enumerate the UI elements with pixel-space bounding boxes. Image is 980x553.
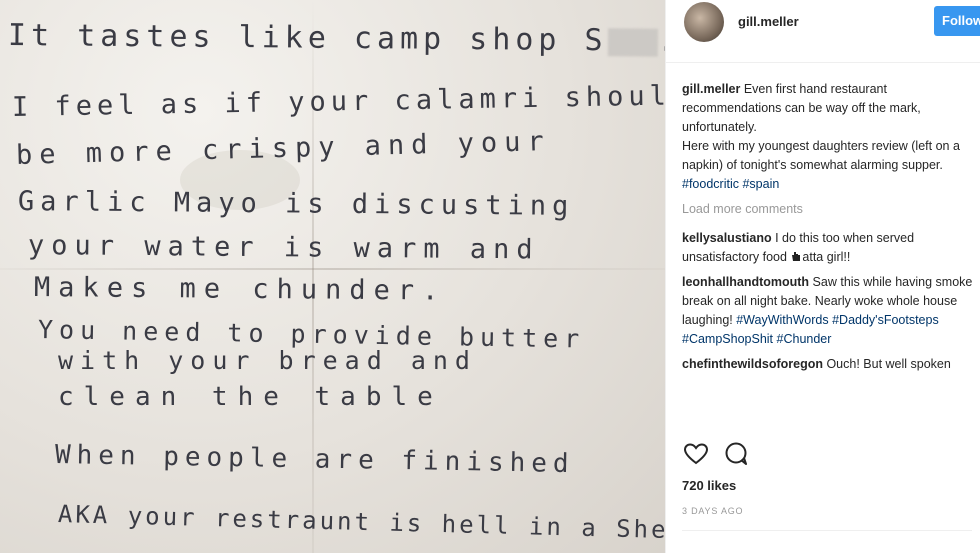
note-line-5: your water is warm and [27,230,540,266]
hashtag-link[interactable]: #CampShopShit [682,332,773,346]
note-line-11: AKA your restraunt is hell in a Shell [57,500,665,545]
comment-text-end: atta girl!! [802,250,851,264]
avatar[interactable] [684,2,724,42]
hashtag-link[interactable]: #Daddy'sFootsteps [832,313,939,327]
note-line-1: It tastes like camp shop S. [7,18,665,59]
post-timestamp: 3 DAYS AGO [682,506,744,516]
note-line-10: When people are finished [54,440,575,480]
comment-username[interactable]: kellysalustiano [682,231,772,245]
note-line-4: Garlic Mayo is discusting [17,186,575,222]
censor-blur [607,27,658,57]
comment-text: Ouch! But well spoken [822,357,951,371]
heart-icon[interactable] [682,440,710,468]
post-header: gill.meller Follow [666,0,980,63]
note-line-6: Makes me chunder. [33,272,447,307]
hashtag-link[interactable]: #Chunder [777,332,832,346]
header-username[interactable]: gill.meller [738,14,799,29]
caption-text-2: Here with my youngest daughters review (… [682,139,960,172]
note-line-9: clean the table [58,382,443,412]
comment-item: chefinthewildsoforegon Ouch! But well sp… [682,355,978,374]
caption-username[interactable]: gill.meller [682,82,740,96]
post-sidebar: gill.meller Follow gill.meller Even firs… [666,0,980,553]
note-line-2: I feel as if your calamri should [11,80,665,123]
hashtag-link[interactable]: #WayWithWords [736,313,828,327]
post-photo: It tastes like camp shop S. I feel as if… [0,0,665,553]
likes-count[interactable]: 720 likes [682,478,736,493]
hashtag-link[interactable]: #spain [742,177,779,191]
comment-username[interactable]: leonhallhandtomouth [682,275,809,289]
napkin-fold-horizontal [0,268,665,270]
comment-item: leonhallhandtomouth Saw this while havin… [682,273,978,349]
comments-list: gill.meller Even first hand restaurant r… [682,80,978,380]
hand-icon [792,252,801,261]
comment-username[interactable]: chefinthewildsoforegon [682,357,823,371]
comment-item: kellysalustiano I do this too when serve… [682,229,978,267]
add-comment-area[interactable] [682,530,972,553]
follow-button[interactable]: Follow [934,6,980,36]
note-line-8: with your bread and [58,346,477,375]
caption: gill.meller Even first hand restaurant r… [682,80,978,194]
hashtag-link[interactable]: #foodcritic [682,177,739,191]
load-more-comments-link[interactable]: Load more comments [682,200,978,219]
comment-icon[interactable] [722,440,750,468]
post-actions [682,440,978,470]
